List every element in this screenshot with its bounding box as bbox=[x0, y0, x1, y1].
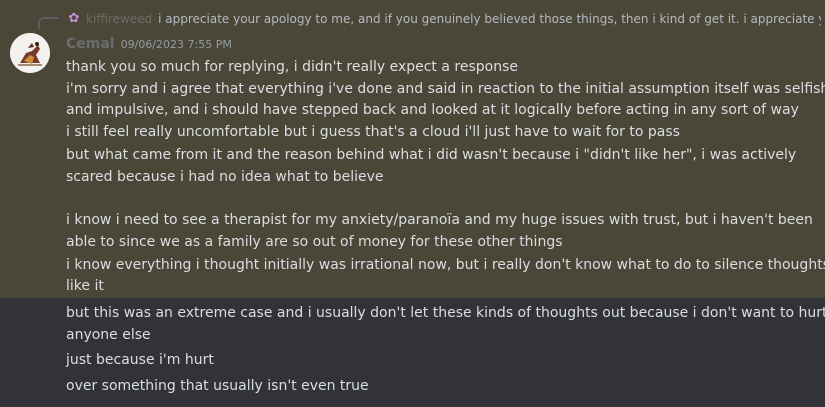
avatar[interactable] bbox=[10, 33, 50, 73]
reply-text[interactable]: i appreciate your apology to me, and if … bbox=[158, 12, 821, 26]
message-line: able to since we as a family are so out … bbox=[66, 234, 563, 250]
message-line: like it bbox=[66, 278, 104, 294]
message-line: and impulsive, and i should have stepped… bbox=[66, 102, 799, 118]
message-line: anyone else bbox=[66, 327, 151, 343]
message-line: but this was an extreme case and i usual… bbox=[66, 305, 825, 321]
reply-preview[interactable]: ✿ kiffireweed i appreciate your apology … bbox=[66, 9, 821, 29]
message-line: just because i'm hurt bbox=[66, 352, 214, 368]
message-line: i know i need to see a therapist for my … bbox=[66, 212, 813, 228]
reply-avatar-flower-icon[interactable]: ✿ bbox=[66, 11, 82, 27]
reply-spine bbox=[38, 17, 58, 29]
message-line: but what came from it and the reason beh… bbox=[66, 147, 797, 163]
message-line: over something that usually isn't even t… bbox=[66, 378, 369, 394]
message-line: i'm sorry and i agree that everything i'… bbox=[66, 81, 825, 97]
reply-author-name[interactable]: kiffireweed bbox=[86, 12, 152, 26]
message-timestamp[interactable]: 09/06/2023 7:55 PM bbox=[121, 38, 232, 51]
message-header: Cemal 09/06/2023 7:55 PM bbox=[66, 36, 232, 52]
message-line: i know everything i thought initially wa… bbox=[66, 257, 825, 273]
avatar-illustration-icon bbox=[10, 33, 50, 73]
author-username[interactable]: Cemal bbox=[66, 36, 115, 52]
message-line: i still feel really uncomfortable but i … bbox=[66, 124, 680, 140]
message-line: scared because i had no idea what to bel… bbox=[66, 169, 384, 185]
message-line: thank you so much for replying, i didn't… bbox=[66, 59, 518, 75]
